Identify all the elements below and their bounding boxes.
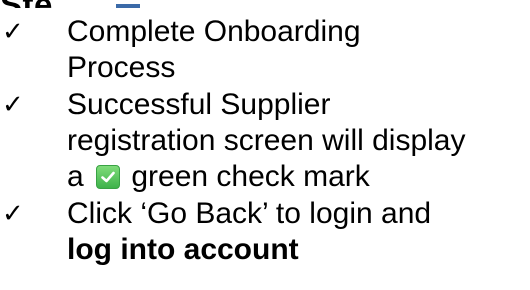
list-item-line: registration screen will display	[67, 124, 466, 157]
green-check-mark-icon	[96, 165, 121, 189]
heading-underline-accent	[116, 0, 140, 8]
list-item-successful-registration: ✓ Successful Supplier registration scree…	[0, 87, 530, 195]
checkmark-icon: ✓	[2, 199, 24, 229]
list-item-line: Complete Onboarding	[67, 15, 361, 48]
list-item-line: Process	[67, 51, 176, 84]
list-item-text-before-icon: a	[67, 160, 93, 193]
list-item-go-back-login: ✓ Click ‘Go Back’ to login and log into …	[0, 196, 530, 268]
list-item-line-bold: log into account	[67, 233, 299, 266]
list-item-line: Click ‘Go Back’ to login and	[67, 197, 432, 230]
list-item-complete-onboarding: ✓ Complete Onboarding Process	[0, 14, 530, 86]
list-item-text-after-icon: green check mark	[123, 160, 370, 193]
heading-fragment: Ste	[0, 0, 140, 8]
heading-fragment-label: Ste	[0, 0, 108, 8]
checkmark-icon: ✓	[2, 90, 24, 120]
checkmark-icon: ✓	[2, 17, 24, 47]
list-item-line: Successful Supplier	[67, 88, 331, 121]
list-item-line-with-icon: a green check mark	[67, 159, 530, 195]
heading-fragment-text: Ste	[0, 0, 108, 8]
checklist: ✓ Complete Onboarding Process ✓ Successf…	[0, 14, 530, 268]
